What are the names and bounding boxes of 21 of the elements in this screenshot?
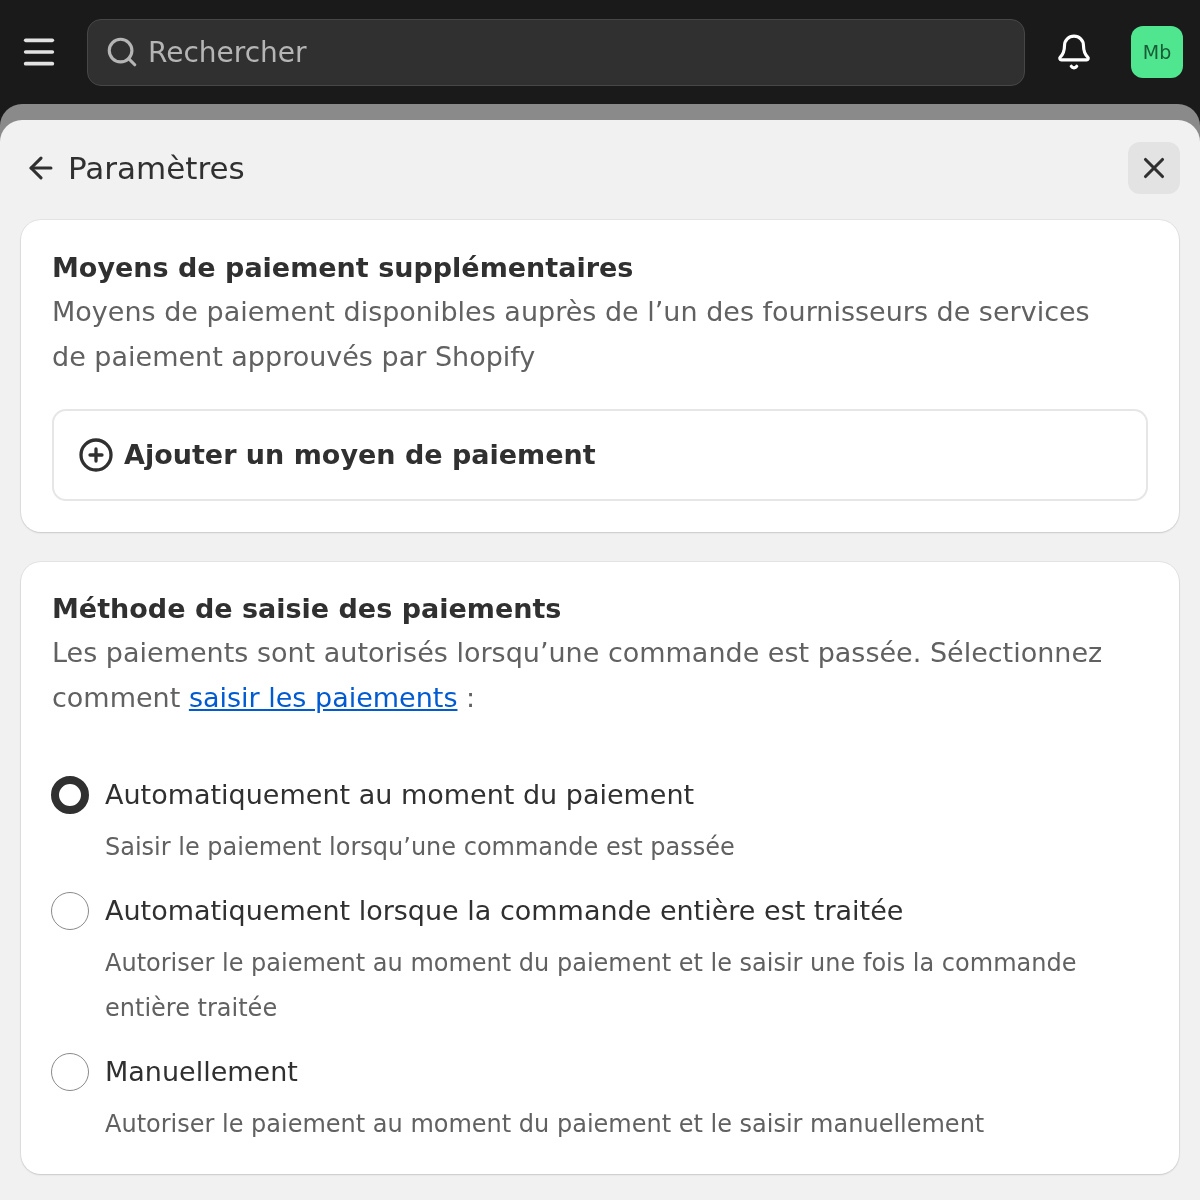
add-payment-method-button[interactable]: Ajouter un moyen de paiement <box>52 409 1148 501</box>
search-field[interactable]: Rechercher <box>87 18 1025 86</box>
card-title: Moyens de paiement supplémentaires <box>52 251 635 285</box>
avatar[interactable]: Mb <box>1131 26 1183 78</box>
panel-title: Paramètres <box>68 148 245 188</box>
option-help-text: Autoriser le paiement au moment du paiement et le saisir une fois la commande entière traitée <box>105 948 1078 1024</box>
option-help-text: Autoriser le paiement au moment du paiement et le saisir manuellement <box>105 1109 986 1140</box>
option-label[interactable]: Automatiquement lorsque la commande entière est traitée <box>105 891 904 931</box>
plus-circle-icon <box>78 437 114 473</box>
radio-button[interactable] <box>51 776 89 814</box>
option-help-text: Saisir le paiement lorsqu’une commande est passée <box>105 832 736 863</box>
option-label[interactable]: Manuellement <box>105 1052 298 1092</box>
capture-payments-link[interactable]: saisir les paiements <box>188 682 458 713</box>
card-description: Les paiements sont autorisés lorsqu’une commande est passée. Sélectionnez comment saisir les paiements : <box>52 636 1104 715</box>
notification-bell-icon[interactable] <box>1055 33 1093 71</box>
radio-button[interactable] <box>51 1053 89 1091</box>
card-title: Méthode de saisie des paiements <box>52 592 563 626</box>
close-button[interactable] <box>1128 142 1180 194</box>
card-description: Moyens de paiement disponibles auprès de l’un des fournisseurs de services de paiement approuvés par Shopify <box>52 295 1091 374</box>
option-label[interactable]: Automatiquement au moment du paiement <box>105 775 695 815</box>
radio-button[interactable] <box>51 892 89 930</box>
